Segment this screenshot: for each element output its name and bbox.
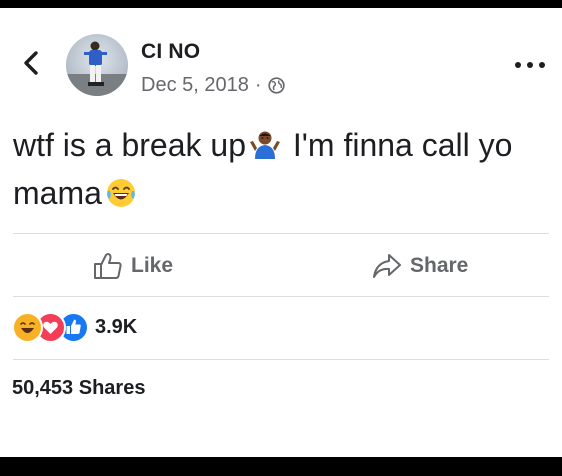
avatar[interactable]	[66, 34, 128, 96]
back-button[interactable]	[20, 48, 44, 78]
meta-separator: ·	[254, 74, 262, 96]
like-label: Like	[131, 254, 174, 277]
share-arrow-icon	[373, 254, 401, 278]
thumbs-up-icon	[94, 253, 122, 279]
divider-bottom	[13, 359, 549, 360]
post-text: wtf is a break up I'm finna call yo mama	[13, 121, 553, 217]
share-label: Share	[410, 254, 469, 277]
bottom-black-bar	[0, 457, 562, 476]
more-dot	[539, 62, 545, 68]
post-date[interactable]: Dec 5, 2018	[141, 74, 249, 97]
more-options-button[interactable]	[513, 58, 547, 72]
post-meta: Dec 5, 2018 ·	[141, 74, 285, 97]
person-shrugging-emoji	[249, 126, 281, 159]
top-black-bar	[0, 0, 562, 8]
post-text-part1: wtf is a break up	[13, 127, 246, 163]
more-dot	[527, 62, 533, 68]
like-button[interactable]: Like	[93, 248, 173, 284]
chevron-left-icon	[24, 51, 38, 75]
reactions-summary[interactable]: 3.9K	[12, 312, 137, 343]
divider-top	[13, 233, 549, 234]
haha-reaction-icon	[12, 312, 43, 343]
reaction-count: 3.9K	[95, 316, 138, 338]
divider-middle	[13, 296, 549, 297]
shares-count[interactable]: 50,453 Shares	[12, 377, 145, 400]
globe-icon[interactable]	[267, 77, 285, 94]
more-dot	[515, 62, 521, 68]
share-button[interactable]: Share	[372, 248, 468, 284]
avatar-photo	[66, 41, 128, 96]
author-name[interactable]: CI NO	[141, 40, 200, 64]
laughing-face-emoji	[105, 174, 137, 207]
